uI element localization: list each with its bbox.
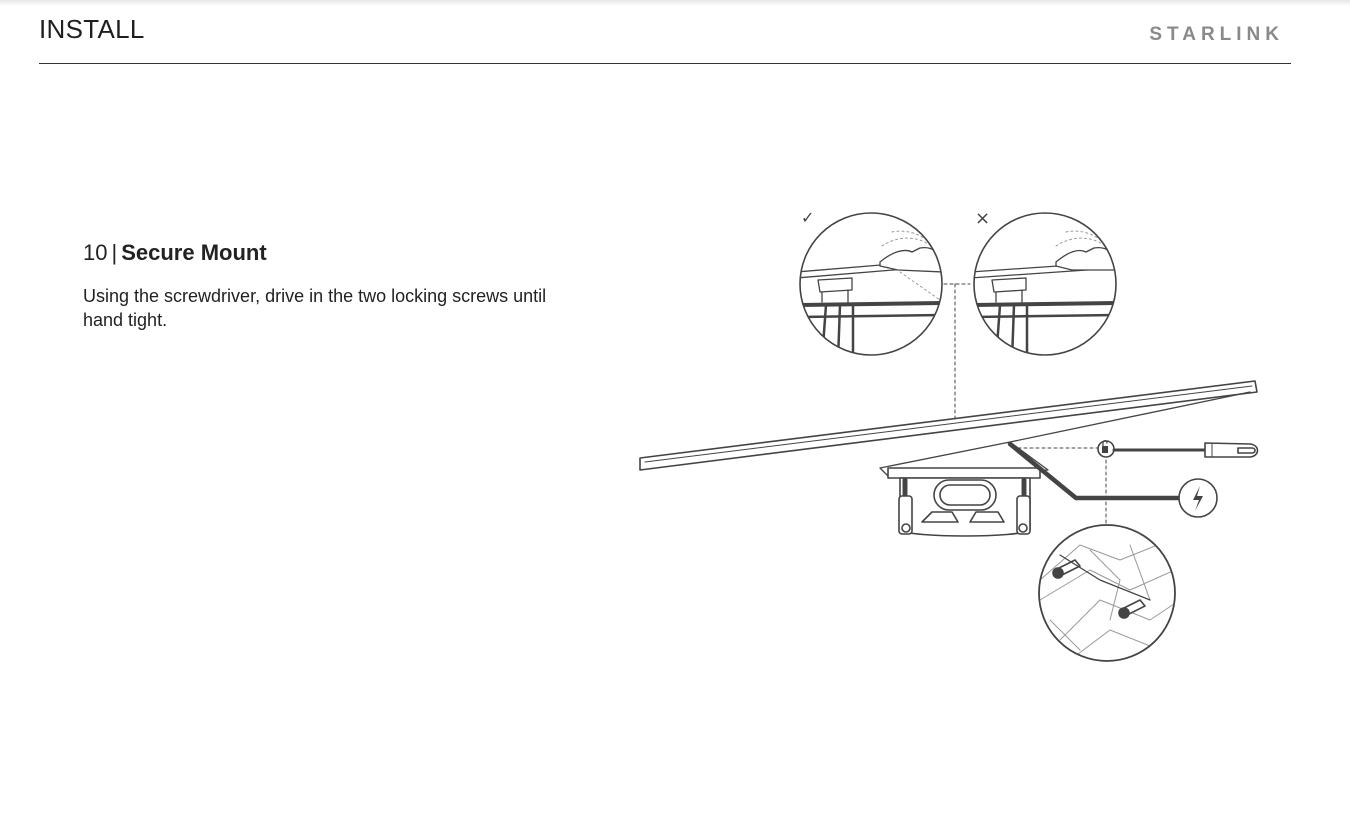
starlink-dish [639,380,1258,479]
brand-logo-text: STARLINK [1149,24,1284,45]
screw-detail-circle [1038,524,1176,662]
top-shadow [0,0,1350,6]
step-title: Secure Mount [121,240,267,265]
correct-check-icon: ✓ [801,208,814,227]
power-bolt-icon [1178,478,1218,518]
incorrect-detail-circle [973,212,1117,356]
step-description: Using the screwdriver, drive in the two … [83,286,547,330]
lock-icon [1097,440,1115,458]
step-number: 10 [83,240,108,265]
step-separator: | [111,240,118,265]
screwdriver-icon [1112,442,1259,458]
header-divider [39,63,1291,64]
mount-illustration: ✓ × [639,208,1259,662]
correct-detail-circle [799,212,943,356]
step-heading: 10 | Secure Mount [83,240,267,266]
pivot-mount [887,467,1041,537]
section-title: INSTALL [39,14,145,44]
incorrect-x-icon: × [975,208,990,229]
